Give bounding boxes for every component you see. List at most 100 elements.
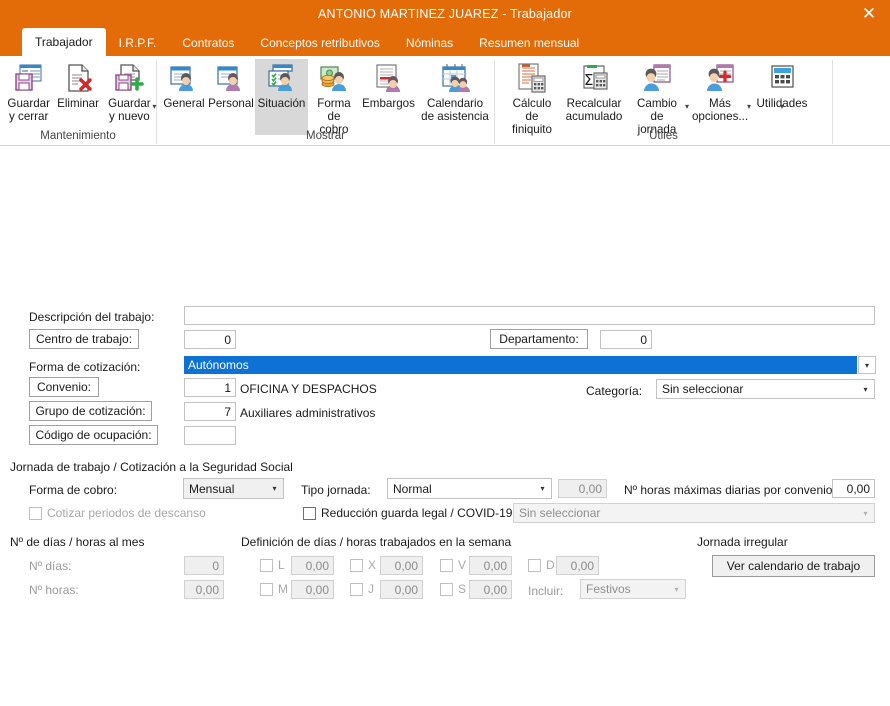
tipo-jornada-value: Normal [393,481,432,496]
ribbon-button-general[interactable]: General [161,59,207,110]
ribbon-button-embargos[interactable]: Embargos [360,59,417,110]
attendance-calendar-icon [439,61,471,95]
forma-cotizacion-value[interactable]: Autónomos [184,356,857,374]
weekday-checkbox-X[interactable]: X [350,558,376,572]
ribbon-button-label: Más opciones... [691,97,749,123]
ribbon-button-guardar-y-nuevo[interactable]: Guardar y nuevo ▾ [103,59,156,123]
ribbon-button-calendario-de-asistencia[interactable]: Calendario de asistencia [417,59,493,123]
forma-cotizacion-dropdown-icon[interactable]: ▾ [858,356,876,374]
shift-change-icon [641,61,673,95]
chevron-down-icon[interactable]: ▾ [780,103,784,111]
chevron-down-icon[interactable]: ▾ [668,580,685,598]
tab-irpf[interactable]: I.R.P.F. [106,30,170,56]
reduccion-guarda-legal-checkbox[interactable]: Reducción guarda legal / COVID-19 [303,506,512,520]
grupo-cotizacion-code-input[interactable]: 7 [184,402,236,421]
ribbon-group-mantenimiento: Guardar y cerrar Eliminar Guardar y nuev… [0,56,156,145]
weekday-input-D[interactable]: 0,00 [556,556,599,575]
chevron-down-icon[interactable]: ▾ [685,103,689,111]
tab-nominas[interactable]: Nóminas [393,30,466,56]
ribbon-button-eliminar[interactable]: Eliminar [53,59,102,110]
weekday-checkbox-V[interactable]: V [440,558,466,572]
ribbon-button-guardar-y-cerrar[interactable]: Guardar y cerrar [4,59,53,123]
departamento-button[interactable]: Departamento: [490,329,588,349]
tipo-jornada-combo[interactable]: Normal ▾ [387,478,552,499]
reduccion-guarda-legal-value: Sin seleccionar [519,506,601,520]
jornada-section-title: Jornada de trabajo / Cotización a la Seg… [10,460,293,474]
tab-conceptos-retributivos[interactable]: Conceptos retributivos [247,30,392,56]
horas-maximas-input[interactable]: 0,00 [832,479,875,498]
n-dias-input[interactable]: 0 [184,556,224,575]
cotizar-descanso-label: Cotizar periodos de descanso [47,506,206,520]
close-icon[interactable]: ✕ [848,0,890,28]
ribbon-separator [832,60,833,144]
centro-trabajo-button[interactable]: Centro de trabajo: [29,329,139,349]
tab-contratos[interactable]: Contratos [169,30,247,56]
forma-cobro-combo[interactable]: Mensual ▾ [183,478,284,499]
reduccion-guarda-legal-combo[interactable]: Sin seleccionar ▾ [513,503,875,523]
tab-trabajador[interactable]: Trabajador [22,28,106,56]
ribbon-button-label: Eliminar [57,97,99,110]
weekday-input-S[interactable]: 0,00 [469,580,512,599]
window-titlebar: ANTONIO MARTINEZ JUAREZ - Trabajador ✕ [0,0,890,28]
weekday-checkbox-S[interactable]: S [440,582,466,596]
personal-person-icon [215,61,247,95]
weekday-letter: V [458,558,467,572]
weekday-checkbox-L[interactable]: L [260,558,285,572]
weekday-checkbox-M[interactable]: M [260,582,288,596]
save-close-icon [13,61,45,95]
weekday-checkbox-D[interactable]: D [528,558,555,572]
svg-text:Σ: Σ [584,71,593,89]
convenio-button[interactable]: Convenio: [29,377,99,397]
tipo-jornada-label: Tipo jornada: [301,483,371,497]
chevron-down-icon[interactable]: ▾ [152,103,156,111]
ribbon-button-label: General [163,97,205,110]
incluir-combo[interactable]: Festivos ▾ [580,579,686,599]
categoria-label: Categoría: [586,384,643,398]
categoria-combo[interactable]: Sin seleccionar ▾ [656,379,875,399]
tab-resumen-mensual[interactable]: Resumen mensual [466,30,592,56]
descripcion-input[interactable] [184,306,875,325]
ver-calendario-trabajo-button[interactable]: Ver calendario de trabajo [712,555,875,577]
checkbox-box [260,582,273,596]
convenio-code-input[interactable]: 1 [184,378,236,397]
definicion-section-title: Definición de días / horas trabajados en… [241,535,512,549]
centro-trabajo-input[interactable]: 0 [184,330,236,349]
weekday-input-X[interactable]: 0,00 [380,556,423,575]
ribbon-button-forma-de-cobro[interactable]: Forma de cobro [308,59,360,136]
jornada-irregular-section-title: Jornada irregular [697,535,788,549]
grupo-cotizacion-name-text: Auxiliares administrativos [240,406,376,420]
grupo-cotizacion-button[interactable]: Grupo de cotización: [29,401,152,421]
ribbon-button-situacion[interactable]: Situación [255,59,308,135]
chevron-down-icon[interactable]: ▾ [857,380,874,398]
settlement-calc-icon [516,61,548,95]
cotizar-descanso-checkbox[interactable]: Cotizar periodos de descanso [29,506,206,520]
weekday-input-M[interactable]: 0,00 [291,580,334,599]
ribbon-group-title: Útiles [649,130,678,142]
chevron-down-icon[interactable]: ▾ [534,479,551,498]
ribbon-button-calculo-de-finiquito[interactable]: Cálculo de finiquito [501,59,563,136]
reduccion-guarda-legal-label: Reducción guarda legal / COVID-19 [321,506,513,520]
ribbon-button-recalcular-acumulado[interactable]: Σ Recalcular acumulado [563,59,625,123]
delete-document-icon [62,61,94,95]
ribbon-button-personal[interactable]: Personal [207,59,255,110]
weekday-checkbox-J[interactable]: J [350,582,374,596]
departamento-input[interactable]: 0 [600,330,652,349]
chevron-down-icon[interactable]: ▾ [266,479,283,498]
checkbox-box [350,558,363,572]
ribbon-button-mas-opciones[interactable]: Más opciones... ▾ [689,59,751,123]
weekday-input-V[interactable]: 0,00 [469,556,512,575]
tipo-jornada-number-input[interactable]: 0,00 [558,479,607,498]
incluir-label: Incluir: [528,584,564,598]
weekday-input-L[interactable]: 0,00 [291,556,334,575]
chevron-down-icon[interactable]: ▾ [857,504,874,522]
ribbon-button-utilidades[interactable]: Utilidades ▾ [751,59,813,111]
n-horas-input[interactable]: 0,00 [184,580,224,599]
weekday-input-J[interactable]: 0,00 [380,580,423,599]
codigo-ocupacion-input[interactable] [184,426,236,445]
descripcion-label: Descripción del trabajo: [29,310,155,324]
codigo-ocupacion-button[interactable]: Código de ocupación: [29,425,158,445]
ribbon-button-cambio-de-jornada[interactable]: Cambio de jornada ▾ [625,59,689,136]
ribbon-group-title: Mostrar [306,130,345,142]
chevron-down-icon[interactable]: ▾ [747,103,751,111]
n-dias-label: Nº días: [29,559,72,573]
